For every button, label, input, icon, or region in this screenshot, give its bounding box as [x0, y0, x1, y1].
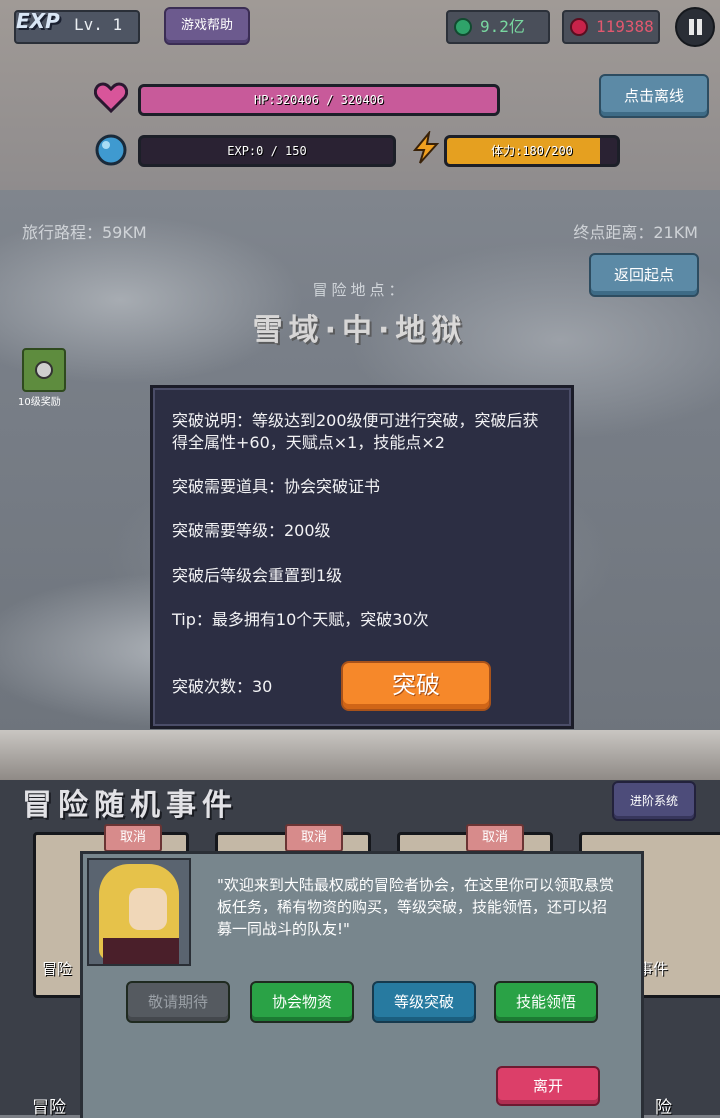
lightning-icon — [412, 131, 440, 164]
cancel-button[interactable]: 取消 — [104, 824, 162, 852]
breakthrough-button[interactable]: 突破 — [341, 661, 491, 711]
advance-system-button[interactable]: 进阶系统 — [612, 781, 696, 821]
heart-icon — [94, 82, 128, 114]
travel-distance: 旅行路程：59KM — [22, 223, 147, 242]
exp-orb-icon — [95, 134, 127, 166]
game-help-button[interactable]: 游戏帮助 — [164, 7, 250, 45]
breakthrough-required-level: 突破需要等级：200级 — [172, 521, 331, 540]
ground-strip — [0, 730, 720, 780]
level-reward-label: 10级奖励 — [18, 397, 61, 408]
random-events-title: 冒险随机事件 — [22, 788, 238, 823]
red-gem-counter: 119388 — [562, 10, 660, 44]
breakthrough-tip: Tip：最多拥有10个天赋，突破30次 — [172, 610, 429, 629]
hp-bar: HP:320406 / 320406 — [138, 84, 500, 116]
stamina-bar: 体力:180/200 — [444, 135, 620, 167]
reward-bag-icon — [35, 361, 53, 379]
guild-supplies-button[interactable]: 协会物资 — [250, 981, 354, 1023]
red-gem-icon — [570, 18, 588, 36]
offline-button[interactable]: 点击离线 — [599, 74, 709, 118]
green-gem-counter: 9.2亿 — [446, 10, 550, 44]
skill-comprehension-button[interactable]: 技能领悟 — [494, 981, 598, 1023]
level-breakthrough-button[interactable]: 等级突破 — [372, 981, 476, 1023]
green-gem-icon — [454, 18, 472, 36]
bottom-nav-label[interactable]: 冒险 — [32, 1093, 66, 1118]
pause-button[interactable] — [675, 7, 715, 47]
leave-button[interactable]: 离开 — [496, 1066, 600, 1106]
exp-logo: EXP — [16, 9, 60, 33]
location-name: 雪域·中·地狱 — [252, 313, 468, 348]
cancel-button[interactable]: 取消 — [285, 824, 343, 852]
coming-soon-button: 敬请期待 — [126, 981, 230, 1023]
breakthrough-modal: 突破说明：等级达到200级便可进行突破，突破后获得全属性+60，天赋点×1，技能… — [150, 385, 574, 729]
event-card-label: 冒险 — [42, 960, 73, 978]
exp-bar: EXP:0 / 150 — [138, 135, 396, 167]
breakthrough-reset-note: 突破后等级会重置到1级 — [172, 566, 343, 585]
location-caption: 冒险地点： — [312, 281, 408, 299]
stamina-text: 体力:180/200 — [491, 144, 573, 158]
level-text: Lv. 1 — [74, 15, 123, 34]
exp-text: EXP:0 / 150 — [227, 144, 307, 158]
guild-dialog: "欢迎来到大陆最权威的冒险者协会，在这里你可以领取悬赏板任务，稀有物资的购买，等… — [80, 851, 644, 1118]
guild-npc-portrait — [87, 858, 191, 966]
destination-distance: 终点距离：21KM — [573, 223, 698, 242]
green-gem-value: 9.2亿 — [480, 17, 525, 36]
red-gem-value: 119388 — [596, 17, 654, 36]
breakthrough-description: 突破说明：等级达到200级便可进行突破，突破后获得全属性+60，天赋点×1，技能… — [172, 411, 539, 452]
bottom-nav-label[interactable]: 险 — [655, 1093, 672, 1118]
guild-message: "欢迎来到大陆最权威的冒险者协会，在这里你可以领取悬赏板任务，稀有物资的购买，等… — [217, 876, 614, 938]
level-reward-button[interactable] — [22, 348, 66, 392]
cancel-button[interactable]: 取消 — [466, 824, 524, 852]
breakthrough-required-item: 突破需要道具：协会突破证书 — [172, 477, 381, 496]
hp-text: HP:320406 / 320406 — [253, 93, 385, 107]
